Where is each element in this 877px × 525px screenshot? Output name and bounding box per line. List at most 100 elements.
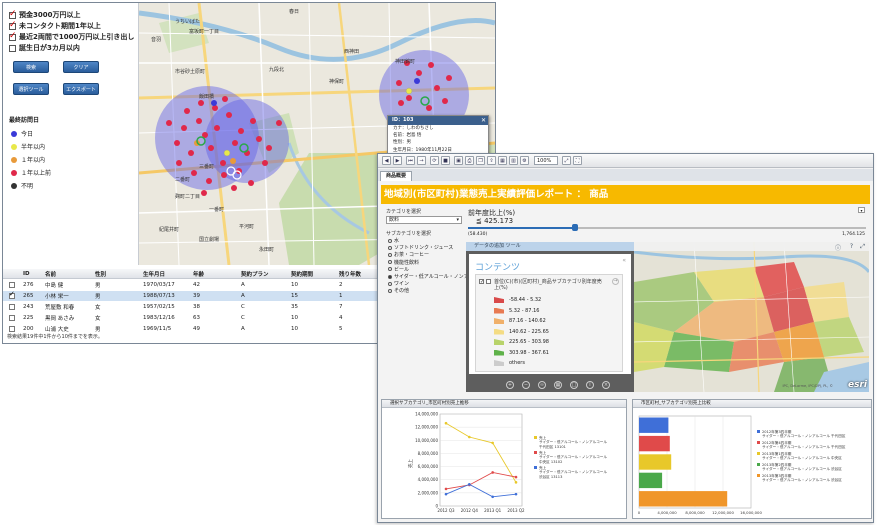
add-data-tool[interactable]: データの追加 ツール bbox=[466, 242, 634, 251]
subcategory-option[interactable]: ソフトドリンク・ジュース bbox=[388, 244, 453, 251]
col-age[interactable]: 年齢 bbox=[193, 270, 204, 278]
radio-button[interactable] bbox=[388, 267, 392, 272]
x-tick-label: 2013 Q2 bbox=[507, 508, 525, 513]
sales-map[interactable]: IPC, DeLorme, IPC/DPJ, PL, © esri bbox=[634, 242, 869, 392]
subcategory-option[interactable]: サイダー・低アルコール・ノンア bbox=[388, 273, 469, 280]
add-icon[interactable]: + bbox=[506, 381, 514, 389]
table-cell: A bbox=[241, 293, 245, 299]
col-period[interactable]: 契約期間 bbox=[291, 270, 313, 278]
stop-icon[interactable]: □ bbox=[570, 381, 578, 389]
legend-label: 2013年第3四半期 サイダー・低アルコール・ノンアルコール 渋谷区 bbox=[762, 474, 842, 483]
clear-button[interactable]: クリア bbox=[63, 61, 99, 73]
help-icon[interactable]: ? bbox=[850, 243, 853, 250]
tab-summary[interactable]: 商品概要 bbox=[380, 171, 413, 181]
filter-deposit-checkbox[interactable] bbox=[9, 9, 17, 19]
export-button[interactable]: エクスポート bbox=[63, 83, 99, 95]
export-icon[interactable]: ⇪ bbox=[487, 156, 496, 165]
next-icon[interactable]: → bbox=[417, 156, 426, 165]
expand-icon[interactable]: ⤢ bbox=[860, 243, 865, 251]
fullscreen-icon[interactable]: ⛶ bbox=[573, 156, 582, 165]
legend-marker bbox=[757, 441, 760, 444]
legend-marker bbox=[757, 452, 760, 455]
filter-deposit[interactable]: 預金3000万円以上 bbox=[9, 9, 80, 20]
subcategory-option[interactable]: ワイン bbox=[388, 280, 409, 287]
col-gender[interactable]: 性別 bbox=[95, 270, 106, 278]
chart-icon[interactable]: ▥ bbox=[509, 156, 518, 165]
radio-button[interactable] bbox=[388, 245, 392, 250]
fit-icon[interactable]: ⤢ bbox=[562, 156, 571, 165]
filter-withdrawal[interactable]: 最近2両間で1000万円以上引き出し bbox=[9, 31, 134, 42]
search-button[interactable]: 検索 bbox=[13, 61, 49, 73]
subcategory-option[interactable]: 機能性飲料 bbox=[388, 259, 419, 266]
collapse-icon[interactable]: « bbox=[622, 257, 626, 264]
arrow-right-icon[interactable]: → bbox=[612, 278, 619, 285]
link-icon[interactable]: ∞ bbox=[538, 381, 546, 389]
report-toolbar: ◀ ▶ ⏮ → ⟳ ■ ▣ ⎙ ❐ ⇪ ▦ ▥ ⚙ 100% ⤢ ⛶ bbox=[378, 154, 873, 168]
table-icon[interactable]: ▦ bbox=[498, 156, 507, 165]
category-select[interactable]: 飲料 ▾ bbox=[386, 216, 462, 224]
row-checkbox[interactable] bbox=[9, 304, 15, 310]
chevron-down-icon: ▾ bbox=[456, 217, 459, 223]
radio-button[interactable] bbox=[388, 288, 392, 293]
row-checkbox[interactable] bbox=[9, 315, 15, 321]
print-icon[interactable]: ⎙ bbox=[465, 156, 474, 165]
subcategory-label: お茶・コーヒー bbox=[394, 252, 430, 259]
info-icon[interactable]: ⓘ bbox=[835, 243, 841, 252]
refresh-icon[interactable]: ⟳ bbox=[430, 156, 439, 165]
radio-button[interactable] bbox=[388, 260, 392, 265]
col-birthdate[interactable]: 生年月日 bbox=[143, 270, 165, 278]
layer-expand-icon[interactable] bbox=[486, 279, 491, 284]
subcategory-option[interactable]: お茶・コーヒー bbox=[388, 251, 429, 258]
row-checkbox[interactable] bbox=[9, 290, 15, 299]
subcategory-option[interactable]: その他 bbox=[388, 287, 409, 294]
row-checkbox[interactable] bbox=[9, 282, 15, 288]
legend-label: 売上 サイダー・低アルコール・ノンアルコール 中央区 13102 bbox=[539, 451, 607, 464]
save-icon[interactable]: ▣ bbox=[454, 156, 463, 165]
chevron-down-icon[interactable]: ▾ bbox=[858, 207, 865, 213]
layer-item[interactable]: ✓ 首位(C)(市)(区町村)_商品サブカテゴリ別年度売上(%) → -58.4… bbox=[475, 274, 623, 372]
table-row[interactable]: 265 小林 栄一 男 1988/07/13 39 A 15 1 bbox=[3, 290, 379, 301]
row-checkbox[interactable] bbox=[9, 326, 15, 332]
radio-button[interactable] bbox=[388, 274, 392, 279]
y-tick-label: 10,000,000 bbox=[415, 438, 438, 443]
slider-handle[interactable] bbox=[572, 224, 578, 231]
table-cell: 265 bbox=[23, 293, 34, 299]
close-icon[interactable]: × bbox=[602, 381, 610, 389]
forward-icon[interactable]: ▶ bbox=[393, 156, 402, 165]
choropleth-canvas[interactable] bbox=[634, 242, 869, 392]
table-row[interactable]: 225 黒岡 あさみ 女 1983/12/16 63 C 10 4 bbox=[3, 313, 379, 323]
settings-icon[interactable]: ⚙ bbox=[520, 156, 529, 165]
subcategory-option[interactable]: ビール bbox=[388, 266, 409, 273]
table-cell: 黒岡 あさみ bbox=[45, 316, 75, 322]
copy-icon[interactable]: ❐ bbox=[476, 156, 485, 165]
radio-button[interactable] bbox=[388, 238, 392, 243]
filter-birthday[interactable]: 誕生日が3カ月以内 bbox=[9, 43, 80, 53]
close-icon[interactable]: ✕ bbox=[481, 117, 486, 124]
col-id[interactable]: ID bbox=[23, 271, 30, 277]
radio-button[interactable] bbox=[388, 252, 392, 257]
filter-withdrawal-checkbox[interactable] bbox=[9, 31, 17, 41]
legend-entry: 売上 サイダー・低アルコール・ノンアルコール 中央区 13102 bbox=[534, 451, 607, 464]
radio-button[interactable] bbox=[388, 281, 392, 286]
layer-checkbox[interactable]: ✓ bbox=[479, 279, 484, 285]
filter-no-contact[interactable]: 未コンタクト期間1年以上 bbox=[9, 20, 101, 31]
filter-no-contact-checkbox[interactable] bbox=[9, 20, 17, 30]
table-row[interactable]: 243 荒屋敷 和春 女 1957/02/15 38 C 35 7 bbox=[3, 302, 379, 312]
remove-icon[interactable]: − bbox=[522, 381, 530, 389]
col-plan[interactable]: 契約プラン bbox=[241, 270, 269, 278]
zoom-select[interactable]: 100% bbox=[534, 156, 558, 165]
filter-birthday-checkbox[interactable] bbox=[9, 44, 16, 52]
first-page-icon[interactable]: ⏮ bbox=[406, 156, 415, 165]
table-cell: 38 bbox=[193, 304, 200, 310]
select-tool-button[interactable]: 選択ツール bbox=[13, 83, 49, 95]
col-remaining[interactable]: 残り年数 bbox=[339, 270, 361, 278]
table-icon[interactable]: ▦ bbox=[554, 381, 562, 389]
col-name[interactable]: 名前 bbox=[45, 270, 56, 278]
table-cell: C bbox=[241, 315, 245, 321]
info-icon[interactable]: i bbox=[586, 381, 594, 389]
back-icon[interactable]: ◀ bbox=[382, 156, 391, 165]
subcategory-option[interactable]: 水 bbox=[388, 237, 399, 244]
stop-icon[interactable]: ■ bbox=[441, 156, 450, 165]
table-row[interactable]: 276 中島 健 男 1970/03/17 42 A 10 2 bbox=[3, 280, 379, 290]
data-point bbox=[444, 492, 448, 496]
